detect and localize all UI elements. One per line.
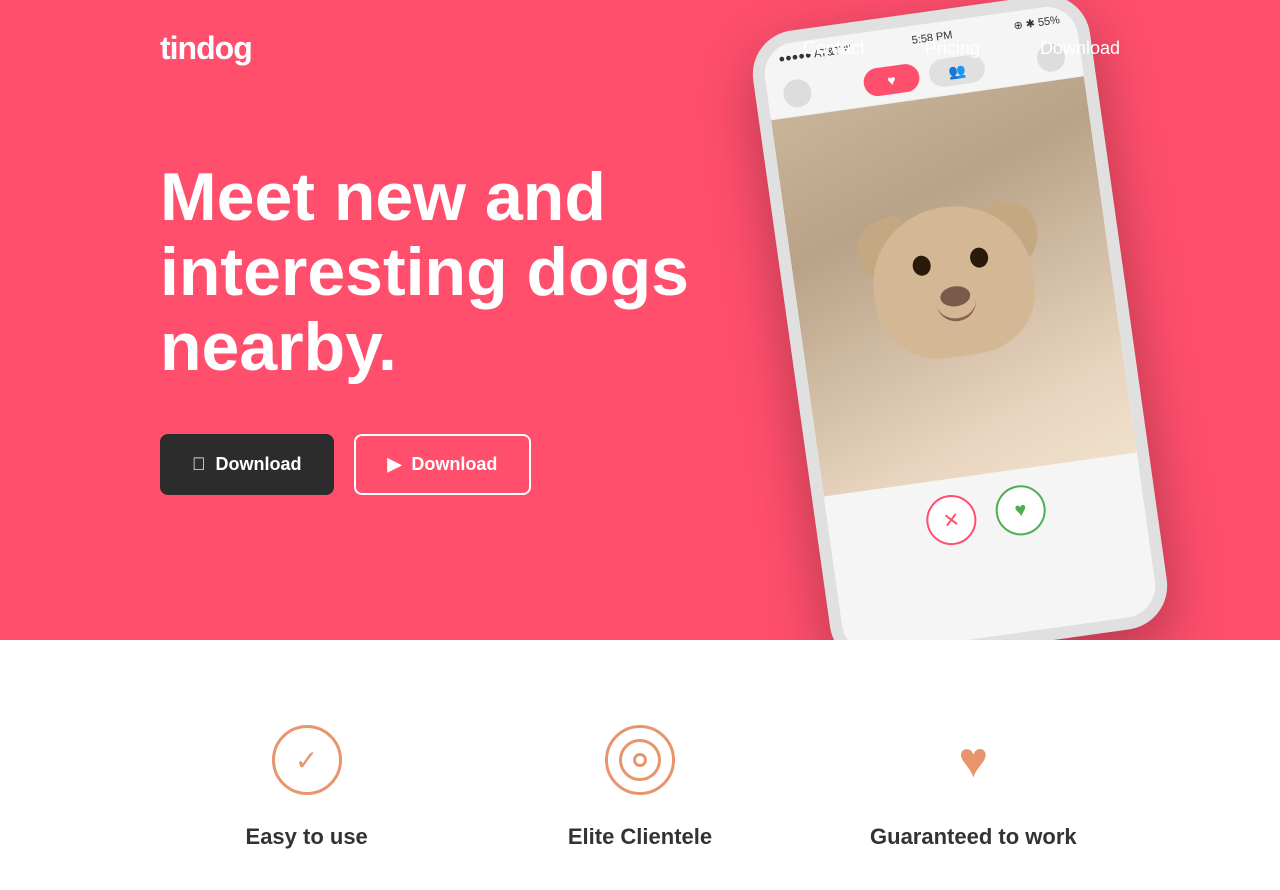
- hero-section: tindog Contact Pricing Download Meet new…: [0, 0, 1280, 640]
- apple-download-button[interactable]:  Download: [160, 434, 334, 495]
- phone-container: ●●●●● AT&T ᵂ 5:58 PM ⊕ ✱ 55% ♥ 👥: [720, 0, 1200, 640]
- play-icon: ▶: [388, 454, 402, 475]
- feature-title-elite: Elite Clientele: [568, 824, 712, 850]
- dog-eye-right: [969, 246, 990, 268]
- target-dot: [633, 753, 647, 767]
- nav-contact[interactable]: Contact: [803, 38, 865, 59]
- features-grid: ✓ Easy to use Elite Clientele ♥ Guarante…: [160, 720, 1120, 850]
- features-section: ✓ Easy to use Elite Clientele ♥ Guarante…: [0, 640, 1280, 890]
- google-download-button[interactable]: ▶ Download: [354, 434, 532, 495]
- heart-feature-icon: ♥: [938, 725, 1008, 795]
- feature-icon-guaranteed: ♥: [933, 720, 1013, 800]
- dog-photo: [771, 76, 1137, 496]
- target-circle-icon: [605, 725, 675, 795]
- dog-eye-left: [911, 255, 932, 277]
- hero-buttons:  Download ▶ Download: [160, 434, 740, 495]
- feature-icon-easy: ✓: [267, 720, 347, 800]
- dog-mouth: [936, 298, 978, 323]
- apple-icon: : [192, 454, 206, 475]
- phone-screen: ●●●●● AT&T ᵂ 5:58 PM ⊕ ✱ 55% ♥ 👥: [761, 3, 1160, 640]
- nav-links: Contact Pricing Download: [803, 38, 1120, 59]
- app-tab-active: ♥: [862, 62, 921, 98]
- heart-tab-icon: ♥: [886, 72, 896, 89]
- google-download-label: Download: [411, 454, 497, 475]
- tinder-card: [771, 76, 1137, 496]
- brand-logo[interactable]: tindog: [160, 30, 252, 67]
- feature-guaranteed: ♥ Guaranteed to work: [827, 720, 1120, 850]
- nav-pricing[interactable]: Pricing: [925, 38, 980, 59]
- feature-icon-elite: [600, 720, 680, 800]
- feature-easy-to-use: ✓ Easy to use: [160, 720, 453, 850]
- apple-download-label: Download: [216, 454, 302, 475]
- dislike-button[interactable]: ✕: [923, 492, 979, 548]
- hero-content: Meet new and interesting dogs nearby.  …: [160, 160, 740, 495]
- nav-download[interactable]: Download: [1040, 38, 1120, 59]
- feature-elite-clientele: Elite Clientele: [493, 720, 786, 850]
- phone-mockup: ●●●●● AT&T ᵂ 5:58 PM ⊕ ✱ 55% ♥ 👥: [747, 0, 1173, 640]
- like-button[interactable]: ♥: [992, 482, 1048, 538]
- check-circle-icon: ✓: [272, 725, 342, 795]
- target-inner: [619, 739, 661, 781]
- hero-headline: Meet new and interesting dogs nearby.: [160, 160, 740, 384]
- feature-title-guaranteed: Guaranteed to work: [870, 824, 1077, 850]
- feature-title-easy: Easy to use: [246, 824, 368, 850]
- dog-face: [854, 195, 1060, 418]
- navbar: tindog Contact Pricing Download: [0, 0, 1280, 67]
- app-avatar: [782, 78, 814, 110]
